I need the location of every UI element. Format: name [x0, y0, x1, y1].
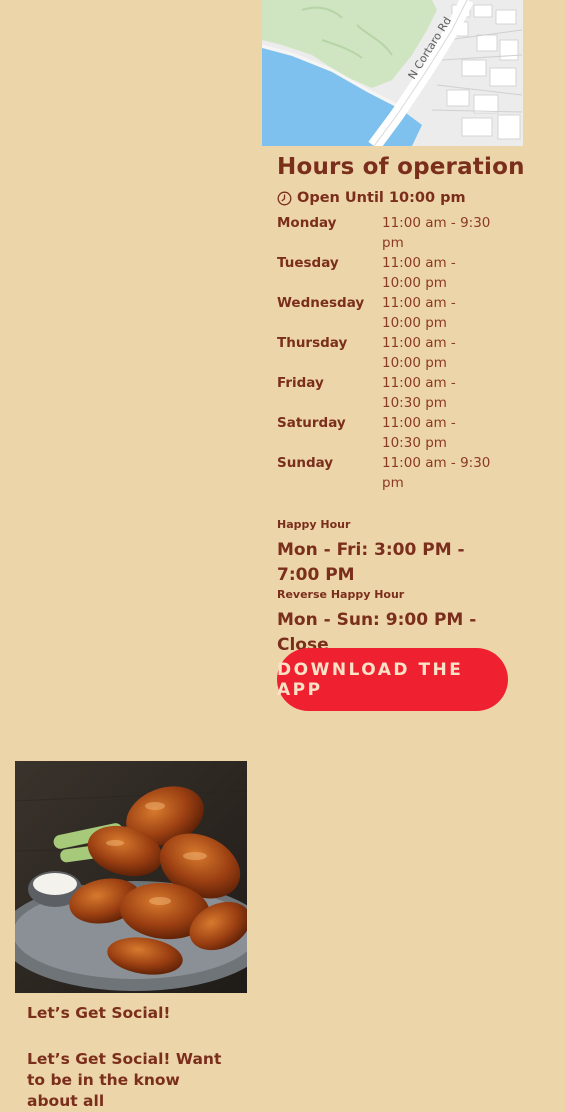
day-name: Tuesday: [277, 255, 339, 271]
day-row: Tuesday 11:00 am - 10:00 pm: [277, 253, 507, 293]
day-name: Saturday: [277, 415, 346, 431]
day-hours: 11:00 am - 10:30 pm: [382, 415, 456, 451]
social-heading: Let’s Get Social!: [27, 1004, 171, 1022]
hours-table: Monday 11:00 am - 9:30 pm Tuesday 11:00 …: [277, 213, 507, 493]
download-app-button[interactable]: DOWNLOAD THE APP: [277, 648, 508, 711]
day-name: Friday: [277, 375, 324, 391]
map-graphic: N Cortaro Rd: [262, 0, 523, 146]
day-row: Friday 11:00 am - 10:30 pm: [277, 373, 507, 413]
day-row: Saturday 11:00 am - 10:30 pm: [277, 413, 507, 453]
day-hours: 11:00 am - 10:00 pm: [382, 255, 456, 291]
day-hours: 11:00 am - 9:30 pm: [382, 215, 491, 251]
day-name: Thursday: [277, 335, 348, 351]
day-name: Monday: [277, 215, 337, 231]
location-map[interactable]: N Cortaro Rd: [262, 0, 523, 146]
open-status-text: Open Until 10:00 pm: [297, 190, 466, 206]
day-name: Wednesday: [277, 295, 365, 311]
hours-title: Hours of operation: [277, 154, 525, 180]
day-row: Monday 11:00 am - 9:30 pm: [277, 213, 507, 253]
reverse-happy-hour-label: Reverse Happy Hour: [277, 588, 405, 601]
day-hours: 11:00 am - 10:00 pm: [382, 295, 456, 331]
open-status: Open Until 10:00 pm: [277, 188, 466, 208]
happy-hour-label: Happy Hour: [277, 518, 351, 531]
day-row: Sunday 11:00 am - 9:30 pm: [277, 453, 507, 493]
happy-hour-value: Mon - Fri: 3:00 PM - 7:00 PM: [277, 540, 465, 585]
day-hours: 11:00 am - 9:30 pm: [382, 455, 491, 491]
day-hours: 11:00 am - 10:00 pm: [382, 335, 456, 371]
day-name: Sunday: [277, 455, 334, 471]
day-hours: 11:00 am - 10:30 pm: [382, 375, 456, 411]
wings-photo: [15, 761, 247, 993]
social-text: Let’s Get Social! Want to be in the know…: [27, 1050, 222, 1110]
day-row: Thursday 11:00 am - 10:00 pm: [277, 333, 507, 373]
clock-icon: [277, 191, 292, 206]
day-row: Wednesday 11:00 am - 10:00 pm: [277, 293, 507, 333]
